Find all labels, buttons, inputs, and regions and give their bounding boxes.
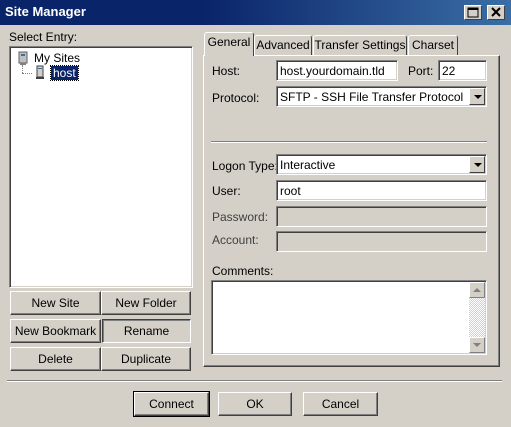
delete-button[interactable]: Delete <box>10 347 101 371</box>
new-folder-button[interactable]: New Folder <box>101 291 191 315</box>
window-title: Site Manager <box>5 4 86 19</box>
footer-divider <box>7 380 502 382</box>
sites-folder-icon <box>18 51 28 65</box>
protocol-select[interactable]: SFTP - SSH File Transfer Protocol <box>276 86 487 107</box>
protocol-value: SFTP - SSH File Transfer Protocol <box>280 90 464 104</box>
ok-button[interactable]: OK <box>218 392 292 416</box>
close-icon <box>491 7 501 17</box>
password-input[interactable] <box>276 206 487 227</box>
site-tree[interactable]: My Sites host <box>9 46 193 288</box>
tree-item-host[interactable]: host <box>50 65 79 81</box>
protocol-label: Protocol: <box>212 91 260 105</box>
server-icon <box>36 65 44 79</box>
tab-advanced[interactable]: Advanced <box>254 35 312 55</box>
port-input[interactable]: 22 <box>438 60 487 81</box>
user-input[interactable]: root <box>276 180 487 201</box>
user-value: root <box>280 184 301 198</box>
arrow-down-icon <box>473 343 481 347</box>
comments-label: Comments: <box>212 264 274 278</box>
password-label: Password: <box>212 210 269 224</box>
scroll-up-button[interactable] <box>469 282 485 298</box>
tree-item-my-sites[interactable]: My Sites <box>34 51 80 65</box>
chevron-down-icon[interactable] <box>469 88 485 105</box>
connect-button[interactable]: Connect <box>133 391 210 417</box>
host-label: Host: <box>212 64 241 78</box>
port-value: 22 <box>442 64 456 78</box>
host-value: host.yourdomain.tld <box>280 64 385 78</box>
close-button[interactable] <box>487 5 505 20</box>
title-bar[interactable]: Site Manager <box>0 0 511 25</box>
logon-type-select[interactable]: Interactive <box>276 154 487 175</box>
restore-button[interactable] <box>464 5 482 20</box>
host-input[interactable]: host.yourdomain.tld <box>276 60 398 81</box>
select-entry-label: Select Entry: <box>9 30 78 44</box>
account-label: Account: <box>212 233 259 247</box>
divider <box>211 141 487 143</box>
duplicate-button[interactable]: Duplicate <box>101 347 191 371</box>
arrow-up-icon <box>473 288 481 292</box>
comments-textarea[interactable] <box>211 280 487 355</box>
cancel-button[interactable]: Cancel <box>303 392 378 416</box>
comments-scrollbar[interactable] <box>469 282 485 353</box>
logon-type-label: Logon Type: <box>212 159 278 173</box>
logon-type-value: Interactive <box>280 158 336 172</box>
user-label: User: <box>212 184 241 198</box>
restore-icon <box>467 7 479 18</box>
tab-transfer-settings[interactable]: Transfer Settings <box>313 35 407 55</box>
rename-button[interactable]: Rename <box>102 319 191 343</box>
new-bookmark-button[interactable]: New Bookmark <box>10 319 101 343</box>
new-site-button[interactable]: New Site <box>10 291 101 315</box>
site-manager-window: Site Manager Select Entry: My Sites host… <box>0 0 511 427</box>
tab-general[interactable]: General <box>204 32 254 56</box>
chevron-down-icon[interactable] <box>469 156 485 173</box>
scroll-down-button[interactable] <box>469 337 485 353</box>
account-input[interactable] <box>276 231 487 252</box>
tab-charset[interactable]: Charset <box>408 35 458 55</box>
port-label: Port: <box>408 64 434 78</box>
